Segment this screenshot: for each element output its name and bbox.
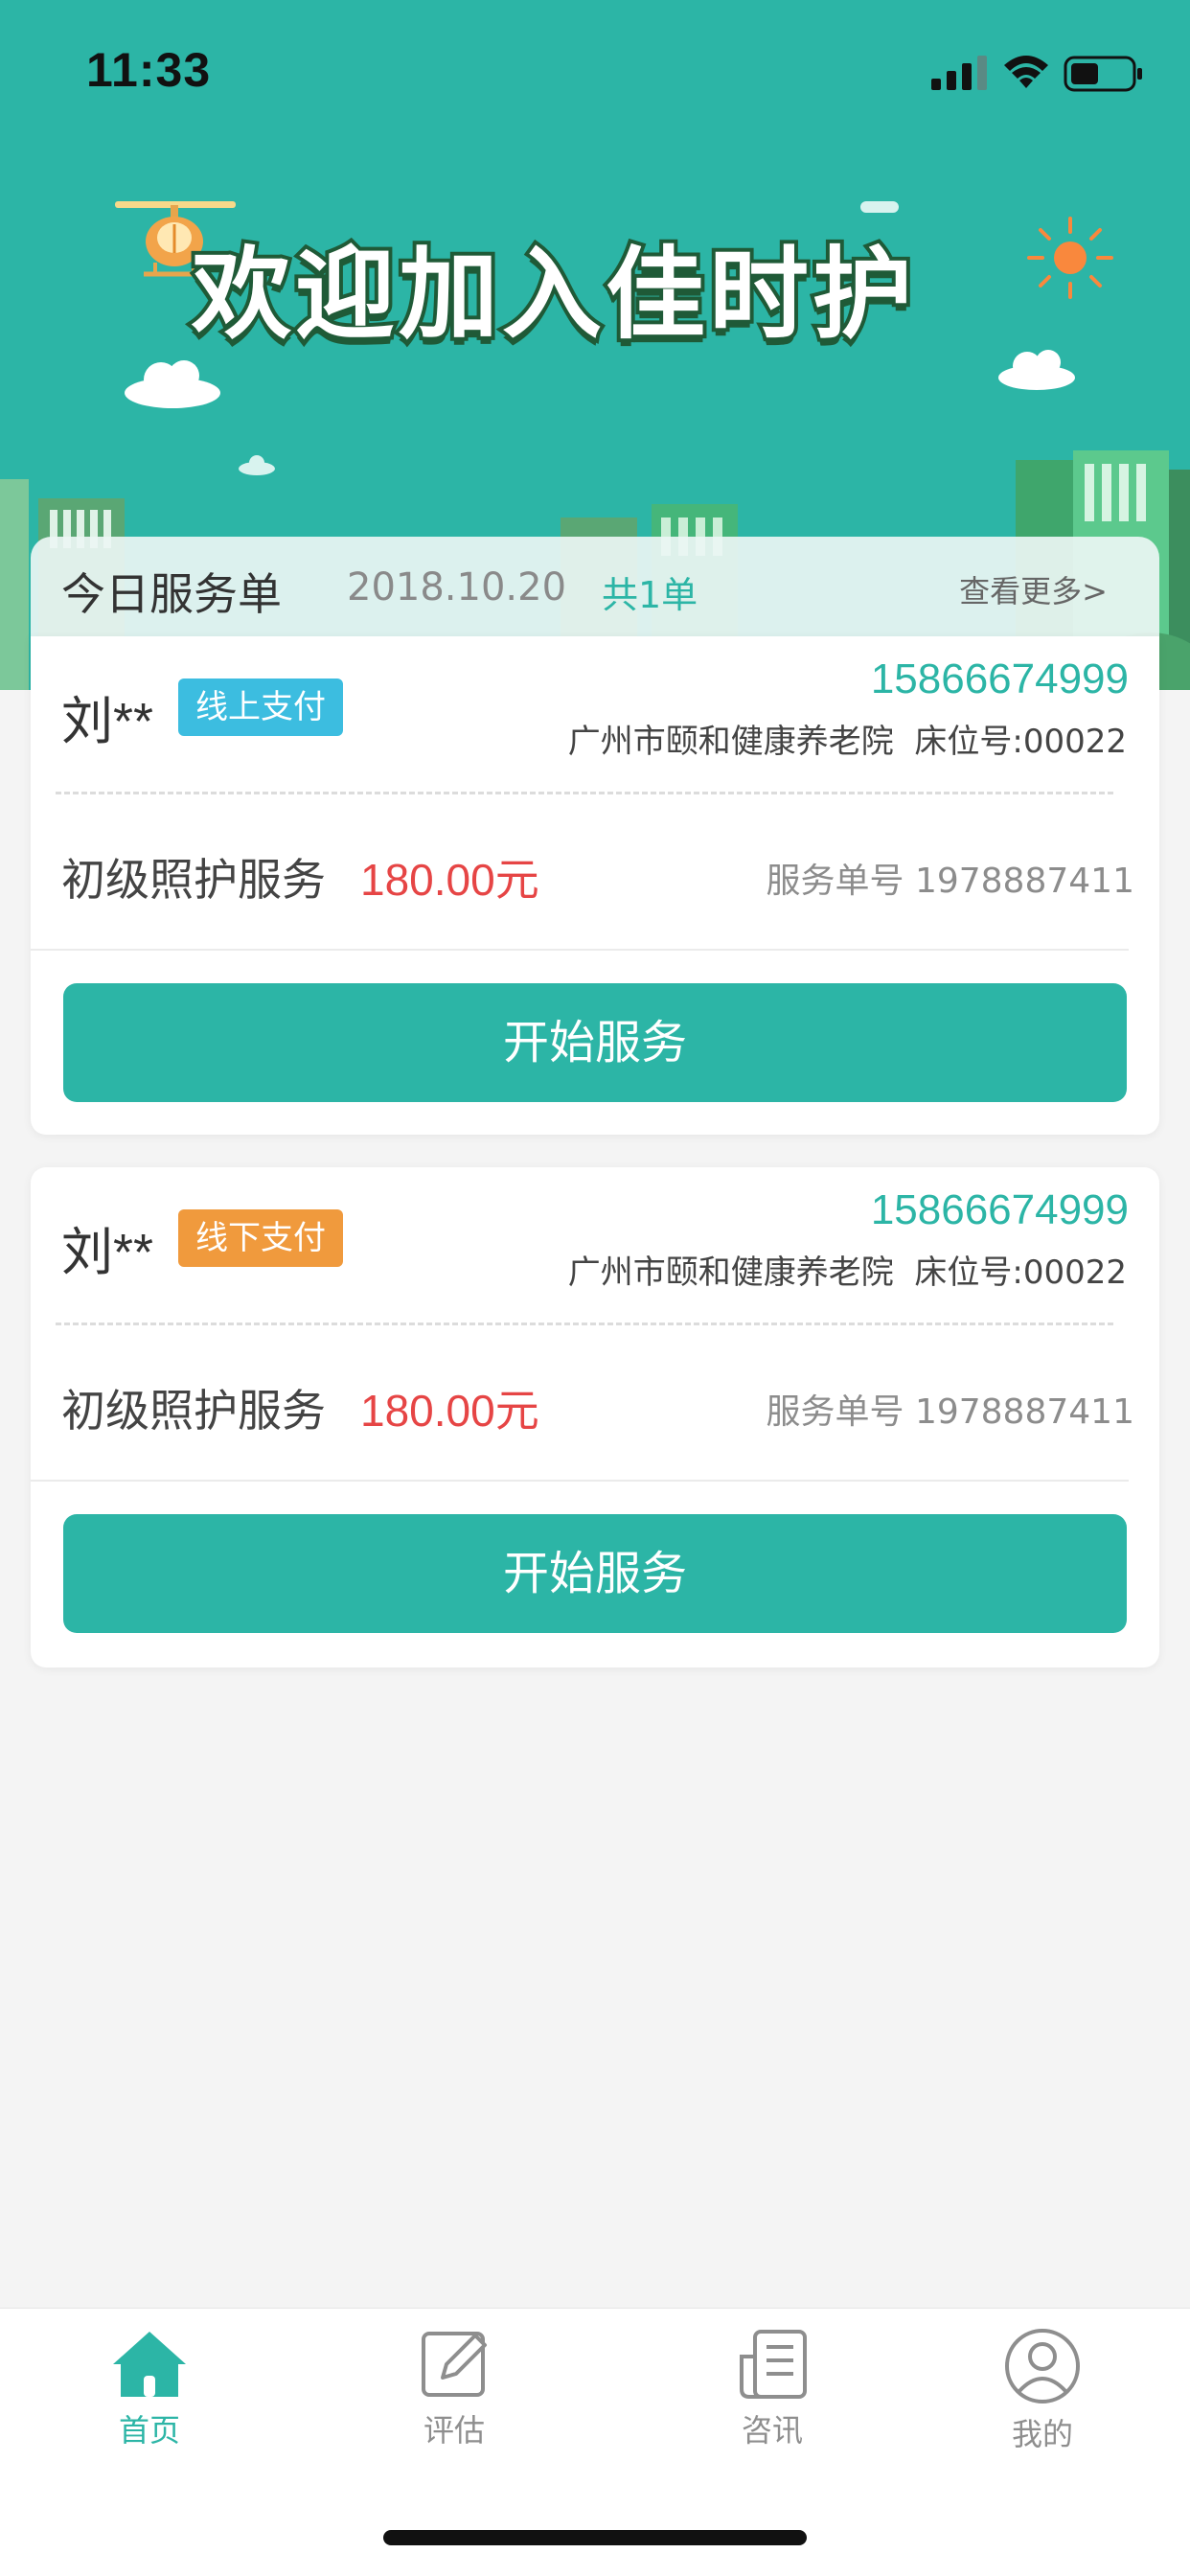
home-icon [113, 2332, 186, 2397]
tab-assess[interactable]: 评估 [387, 2328, 521, 2450]
payment-tag: 线上支付 [178, 678, 343, 736]
home-indicator[interactable] [383, 2530, 807, 2545]
service-name: 初级照护服务 [61, 854, 326, 906]
bottom-tab-bar: 首页 评估 咨讯 我的 [0, 2308, 1190, 2463]
summary-title: 今日服务单 [61, 568, 282, 620]
status-time: 11:33 [86, 43, 212, 97]
summary-count: 共1单 [602, 574, 698, 616]
client-phone[interactable]: 15866674999 [871, 656, 1129, 703]
client-phone[interactable]: 15866674999 [871, 1186, 1129, 1234]
client-name: 刘** [61, 1224, 154, 1281]
client-name: 刘** [61, 693, 154, 750]
order-number: 服务单号 1978887411 [766, 1392, 1135, 1432]
tab-label: 我的 [1011, 2416, 1073, 2452]
tab-news[interactable]: 咨讯 [705, 2328, 839, 2450]
status-bar: 11:33 [0, 0, 1190, 144]
view-more-link[interactable]: 查看更多> [959, 567, 1108, 611]
tab-label: 咨讯 [741, 2412, 803, 2449]
user-icon [1005, 2329, 1080, 2404]
divider [31, 949, 1129, 951]
payment-tag: 线下支付 [178, 1209, 343, 1267]
start-service-button[interactable]: 开始服务 [63, 1514, 1127, 1633]
tab-home[interactable]: 首页 [82, 2328, 217, 2450]
service-price: 180.00元 [360, 1386, 539, 1436]
service-price: 180.00元 [360, 855, 539, 905]
service-name: 初级照护服务 [61, 1385, 326, 1437]
divider [31, 1480, 1129, 1482]
edit-icon [422, 2332, 487, 2397]
dashed-divider [56, 792, 1113, 794]
bed-number: 床位号:00022 [914, 1254, 1127, 1292]
order-number: 服务单号 1978887411 [766, 862, 1135, 901]
battery-icon [1064, 56, 1142, 92]
start-service-button[interactable]: 开始服务 [63, 983, 1127, 1102]
client-address: 广州市颐和健康养老院 床位号:00022 [568, 715, 1127, 762]
order-card: 刘** 线下支付 15866674999 广州市颐和健康养老院 床位号:0002… [31, 1167, 1159, 1668]
tab-label: 评估 [423, 2412, 485, 2449]
summary-date: 2018.10.20 [347, 565, 567, 610]
address-text: 广州市颐和健康养老院 [567, 1254, 894, 1292]
news-icon [740, 2330, 807, 2399]
wifi-icon [1004, 56, 1048, 88]
cloud-decoration [998, 350, 1075, 390]
bed-number: 床位号:00022 [914, 723, 1127, 761]
tab-label: 首页 [118, 2412, 180, 2449]
dashed-divider [56, 1322, 1113, 1325]
client-address: 广州市颐和健康养老院 床位号:00022 [568, 1246, 1127, 1293]
welcome-title: 欢迎加入佳时护 [188, 232, 917, 356]
order-card: 刘** 线上支付 15866674999 广州市颐和健康养老院 床位号:0002… [31, 636, 1159, 1135]
tab-mine[interactable]: 我的 [975, 2328, 1110, 2454]
today-orders-header: 今日服务单 2018.10.20 共1单 查看更多> [31, 537, 1159, 636]
cloud-decoration [125, 360, 220, 408]
signal-icon [931, 56, 987, 90]
sun-icon [1027, 217, 1113, 299]
address-text: 广州市颐和健康养老院 [567, 723, 894, 761]
home-indicator-area [0, 2463, 1190, 2576]
